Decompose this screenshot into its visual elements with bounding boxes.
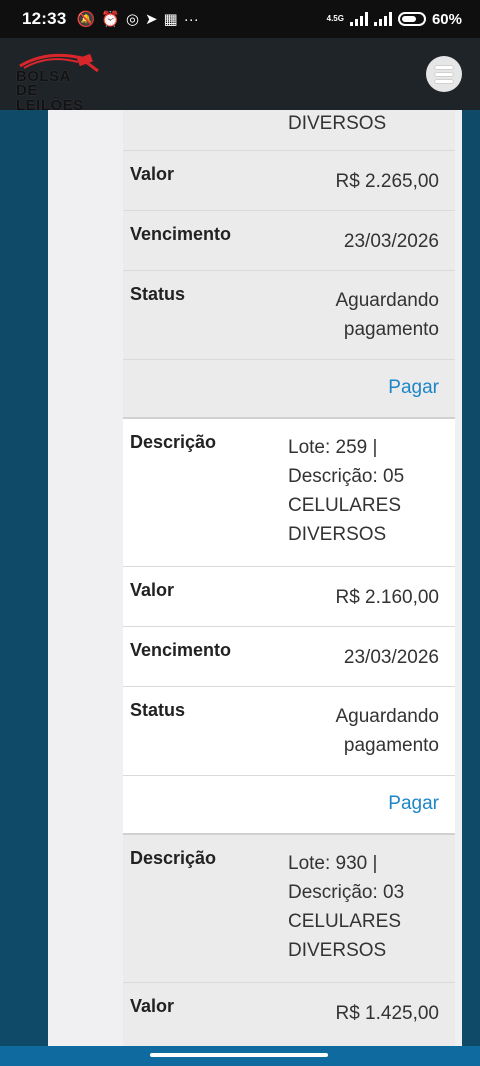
descricao-line: Descrição: 05 — [288, 466, 405, 487]
battery-level: 60% — [431, 10, 462, 28]
hamburger-menu-button[interactable] — [426, 56, 462, 92]
menu-icon-bar — [435, 65, 453, 69]
descricao-line: CELULARES — [288, 911, 401, 932]
battery-icon — [397, 12, 426, 26]
network-type: 4.5G — [326, 14, 344, 23]
pagar-link[interactable]: Pagar — [388, 377, 439, 399]
system-status-bar: 12:33 🔕 ⏰ ◎ ➤ ▦ ··· 4.5G 60% — [0, 0, 480, 38]
row-valor: Valor R$ 2.265,00 — [123, 151, 455, 211]
valor-label: Valor — [130, 164, 175, 184]
valor-label: Valor — [130, 580, 175, 600]
calendar-icon: ▦ — [163, 11, 178, 28]
descricao-label: Descrição — [130, 432, 217, 452]
descricao-line: Descrição: 03 — [288, 882, 405, 903]
signal-icon — [349, 12, 368, 26]
status-value: Aguardando pagamento — [335, 286, 439, 344]
descricao-line: CELULARES — [288, 495, 401, 516]
status-label: Status — [130, 700, 186, 720]
more-icon: ··· — [183, 10, 199, 28]
row-descricao: Descrição Lote: 930 | Descrição: 03 CELU… — [123, 835, 455, 983]
descricao-value: Lote: 259 | Descrição: 05 CELULARES DIVE… — [288, 433, 404, 549]
row-valor: Valor R$ 1.425,00 — [123, 983, 455, 1046]
menu-icon-bar — [435, 79, 453, 83]
descricao-line: DIVERSOS — [288, 524, 387, 545]
alarm-icon: ⏰ — [101, 11, 120, 28]
page-background: DIVERSOS Valor R$ 2.265,00 Vencimento 23… — [0, 110, 480, 1046]
row-vencimento: Vencimento 23/03/2026 — [123, 627, 455, 687]
status-line2: pagamento — [343, 735, 439, 756]
home-gesture-handle[interactable] — [150, 1053, 328, 1057]
row-action: Pagar — [123, 776, 455, 835]
vencimento-value: 23/03/2026 — [343, 231, 439, 252]
system-navigation-bar — [0, 1046, 480, 1066]
logo-text-line2: DE LEILÕES — [16, 82, 84, 114]
row-vencimento: Vencimento 23/03/2026 — [123, 211, 455, 271]
status-value: Aguardando pagamento — [335, 702, 439, 760]
row-status: Status Aguardando pagamento — [123, 687, 455, 776]
descricao-label: Descrição — [130, 848, 217, 868]
pagar-link[interactable]: Pagar — [388, 793, 439, 815]
status-line2: pagamento — [343, 319, 439, 340]
brand-logo[interactable]: BOLSA DE LEILÕES — [16, 52, 106, 113]
content-panel: DIVERSOS Valor R$ 2.265,00 Vencimento 23… — [48, 110, 462, 1046]
row-descricao: Descrição Lote: 259 | Descrição: 05 CELU… — [123, 419, 455, 567]
payments-list: DIVERSOS Valor R$ 2.265,00 Vencimento 23… — [123, 110, 455, 1046]
status-line1: Aguardando — [335, 290, 439, 311]
notification-icons: 🔕 ⏰ ◎ ➤ ▦ ··· — [76, 10, 199, 29]
signal-2-icon — [373, 12, 392, 26]
clock: 12:33 — [22, 9, 67, 28]
mute-icon: 🔕 — [76, 11, 96, 28]
descricao-line: Lote: 259 | — [288, 437, 378, 458]
valor-value: R$ 2.265,00 — [335, 171, 439, 192]
row-action: Pagar — [123, 360, 455, 419]
row-status: Status Aguardando pagamento — [123, 271, 455, 360]
descricao-line: Lote: 930 | — [288, 853, 378, 874]
system-indicators: 4.5G 60% — [327, 11, 462, 28]
valor-value: R$ 1.425,00 — [335, 1003, 439, 1024]
status-label: Status — [130, 284, 186, 304]
app-header: BOLSA DE LEILÕES — [0, 38, 480, 113]
row-valor: Valor R$ 2.160,00 — [123, 567, 455, 627]
menu-icon-bar — [435, 72, 453, 76]
vencimento-value: 23/03/2026 — [343, 647, 439, 668]
vencimento-label: Vencimento — [130, 224, 232, 244]
row-descricao: DIVERSOS — [123, 110, 455, 151]
status-line1: Aguardando — [335, 706, 439, 727]
valor-value: R$ 2.160,00 — [335, 587, 439, 608]
descricao-line: DIVERSOS — [288, 940, 387, 961]
telegram-icon: ➤ — [144, 11, 158, 28]
vencimento-label: Vencimento — [130, 640, 232, 660]
whatsapp-icon: ◎ — [125, 11, 139, 28]
descricao-value: DIVERSOS — [288, 113, 387, 134]
descricao-value: Lote: 930 | Descrição: 03 CELULARES DIVE… — [288, 849, 404, 965]
valor-label: Valor — [130, 996, 175, 1016]
